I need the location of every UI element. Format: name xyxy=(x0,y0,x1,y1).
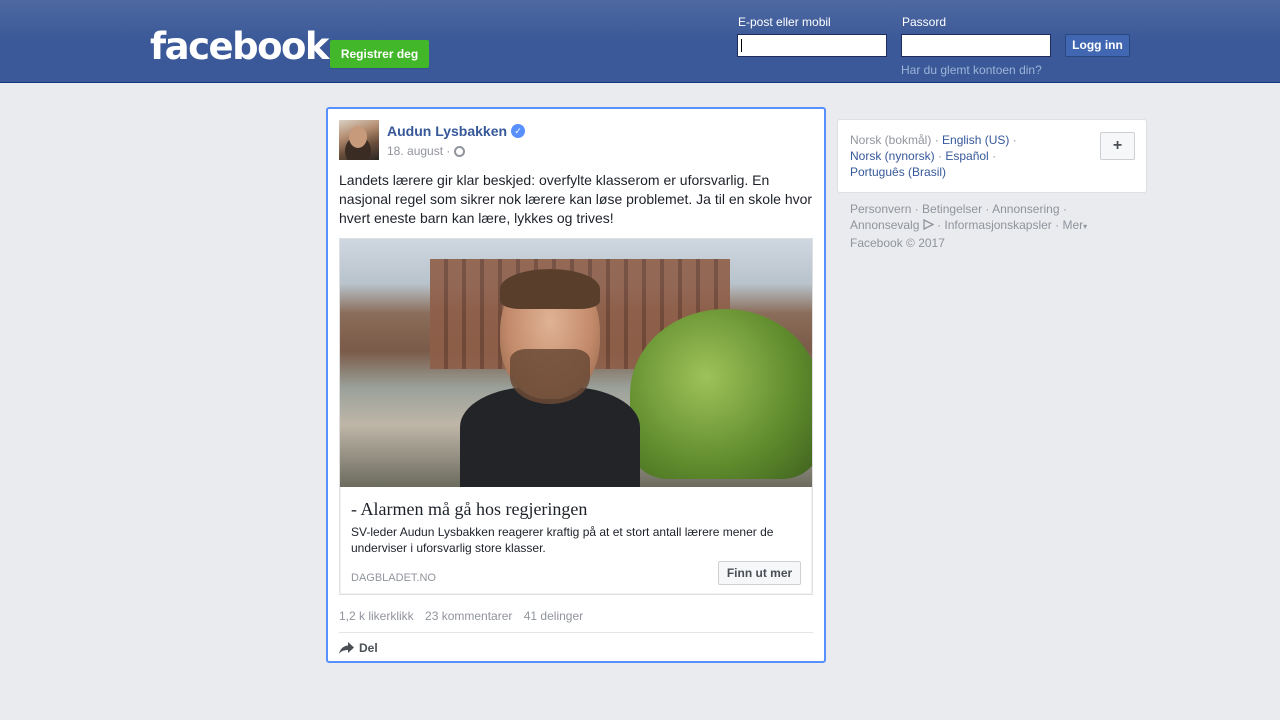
link-preview-image[interactable] xyxy=(340,239,812,487)
post-text: Landets lærere gir klar beskjed: overfyl… xyxy=(339,172,813,226)
likes-count[interactable]: 1,2 k likerklikk xyxy=(339,609,414,623)
author-name[interactable]: Audun Lysbakken xyxy=(387,123,507,139)
language-list: Norsk (bokmål) · English (US) · Norsk (n… xyxy=(850,133,1017,179)
language-selector: Norsk (bokmål) · English (US) · Norsk (n… xyxy=(837,119,1147,193)
footer-adchoices[interactable]: Annonsevalg xyxy=(850,218,919,232)
text-caret xyxy=(741,39,742,52)
footer-more[interactable]: Mer xyxy=(1062,218,1083,232)
footer-copyright: Facebook © 2017 xyxy=(850,236,945,250)
share-label: Del xyxy=(359,641,378,655)
link-preview-body[interactable]: - Alarmen må gå hos regjeringen SV-leder… xyxy=(340,487,812,594)
more-languages-button[interactable]: + xyxy=(1100,132,1135,160)
footer-terms[interactable]: Betingelser xyxy=(922,202,982,216)
footer-advertising[interactable]: Annonsering xyxy=(992,202,1059,216)
globe-icon xyxy=(454,146,465,157)
language-espanol[interactable]: Español xyxy=(945,149,988,163)
link-description: SV-leder Audun Lysbakken reagerer krafti… xyxy=(351,525,774,555)
forgot-account-link[interactable]: Har du glemt kontoen din? xyxy=(901,63,1042,77)
register-button[interactable]: Registrer deg xyxy=(330,40,429,68)
password-input[interactable] xyxy=(901,34,1051,57)
post-stats: 1,2 k likerklikk 23 kommentarer 41 delin… xyxy=(339,609,591,623)
shares-count[interactable]: 41 delinger xyxy=(524,609,583,623)
login-button[interactable]: Logg inn xyxy=(1065,34,1130,57)
post-card: Audun Lysbakken ✓ 18. august · Landets l… xyxy=(326,107,826,663)
email-input[interactable] xyxy=(737,34,887,57)
link-preview[interactable]: - Alarmen må gå hos regjeringen SV-leder… xyxy=(339,238,813,595)
image-tree xyxy=(630,309,812,479)
comments-count[interactable]: 23 kommentarer xyxy=(425,609,512,623)
share-arrow-icon xyxy=(339,642,354,654)
language-nynorsk[interactable]: Norsk (nynorsk) xyxy=(850,149,935,163)
email-label: E-post eller mobil xyxy=(738,15,831,29)
language-portugues[interactable]: Português (Brasil) xyxy=(850,165,946,179)
post-date[interactable]: 18. august · xyxy=(387,144,450,158)
adchoices-icon xyxy=(923,219,934,230)
image-person xyxy=(460,269,640,487)
footer-links: Personvern · Betingelser · Annonsering ·… xyxy=(850,202,1088,250)
divider xyxy=(339,632,813,633)
language-current: Norsk (bokmål) xyxy=(850,133,932,147)
avatar[interactable] xyxy=(339,120,379,160)
link-domain: DAGBLADET.NO xyxy=(351,572,436,584)
share-button[interactable]: Del xyxy=(339,641,378,655)
chevron-down-icon: ▾ xyxy=(1083,222,1088,231)
language-english[interactable]: English (US) xyxy=(942,133,1009,147)
password-label: Passord xyxy=(902,15,947,29)
link-title[interactable]: - Alarmen må gå hos regjeringen xyxy=(351,499,587,520)
top-bar: facebook Registrer deg E-post eller mobi… xyxy=(0,0,1280,83)
learn-more-button[interactable]: Finn ut mer xyxy=(718,561,801,585)
footer-privacy[interactable]: Personvern xyxy=(850,202,911,216)
facebook-logo[interactable]: facebook xyxy=(150,26,330,68)
footer-cookies[interactable]: Informasjonskapsler xyxy=(944,218,1051,232)
verified-check-icon: ✓ xyxy=(511,124,525,138)
